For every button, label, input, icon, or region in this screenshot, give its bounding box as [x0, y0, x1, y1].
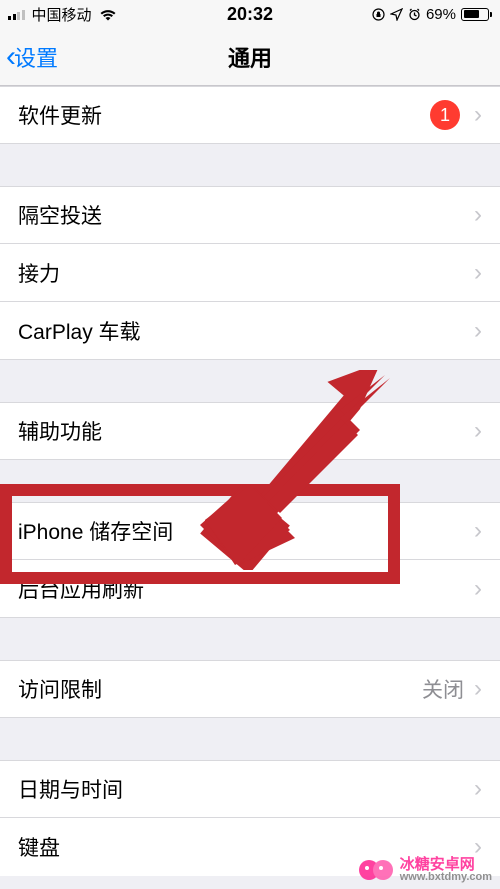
- settings-list: 软件更新 1 › 隔空投送 › 接力 › CarPlay 车载 › 辅助功能 ›…: [0, 86, 500, 876]
- cell-handoff[interactable]: 接力 ›: [0, 244, 500, 302]
- nav-bar: ‹ 设置 通用: [0, 28, 500, 86]
- page-title: 通用: [228, 41, 272, 73]
- cell-label: iPhone 储存空间: [18, 516, 474, 546]
- cell-carplay[interactable]: CarPlay 车载 ›: [0, 302, 500, 360]
- cell-label: 隔空投送: [18, 200, 474, 230]
- cell-accessibility[interactable]: 辅助功能 ›: [0, 402, 500, 460]
- cell-label: CarPlay 车载: [18, 316, 474, 346]
- location-icon: [390, 8, 403, 21]
- battery-pct: 69%: [426, 6, 456, 23]
- badge: 1: [430, 100, 460, 130]
- wifi-icon: [99, 8, 117, 21]
- chevron-right-icon: ›: [474, 775, 482, 803]
- watermark-name: 冰糖安卓网: [400, 857, 492, 872]
- cell-label: 软件更新: [18, 100, 430, 130]
- status-time: 20:32: [227, 4, 273, 25]
- chevron-right-icon: ›: [474, 259, 482, 287]
- watermark-logo-icon: [358, 858, 394, 882]
- cell-value: 关闭: [422, 674, 464, 704]
- alarm-icon: [408, 8, 421, 21]
- chevron-right-icon: ›: [474, 201, 482, 229]
- status-bar: 中国移动 20:32 69%: [0, 0, 500, 28]
- chevron-right-icon: ›: [474, 575, 482, 603]
- cell-airdrop[interactable]: 隔空投送 ›: [0, 186, 500, 244]
- cell-date-time[interactable]: 日期与时间 ›: [0, 760, 500, 818]
- cell-label: 访问限制: [18, 674, 422, 704]
- back-button[interactable]: ‹ 设置: [0, 40, 58, 74]
- status-right: 69%: [372, 6, 492, 23]
- chevron-right-icon: ›: [474, 101, 482, 129]
- carrier-label: 中国移动: [32, 4, 92, 25]
- cell-iphone-storage[interactable]: iPhone 储存空间 ›: [0, 502, 500, 560]
- watermark-url: www.bxtdmy.com: [400, 872, 492, 883]
- cell-restrictions[interactable]: 访问限制 关闭 ›: [0, 660, 500, 718]
- signal-icon: [8, 8, 25, 20]
- chevron-right-icon: ›: [474, 417, 482, 445]
- chevron-right-icon: ›: [474, 517, 482, 545]
- chevron-right-icon: ›: [474, 675, 482, 703]
- status-left: 中国移动: [8, 4, 117, 25]
- cell-label: 日期与时间: [18, 774, 474, 804]
- cell-background-refresh[interactable]: 后台应用刷新 ›: [0, 560, 500, 618]
- back-label: 设置: [14, 41, 58, 73]
- cell-software-update[interactable]: 软件更新 1 ›: [0, 86, 500, 144]
- chevron-right-icon: ›: [474, 317, 482, 345]
- cell-label: 辅助功能: [18, 416, 474, 446]
- battery-icon: [461, 8, 492, 21]
- lock-icon: [372, 8, 385, 21]
- watermark: 冰糖安卓网 www.bxtdmy.com: [358, 857, 492, 883]
- cell-label: 后台应用刷新: [18, 574, 474, 604]
- cell-label: 接力: [18, 258, 474, 288]
